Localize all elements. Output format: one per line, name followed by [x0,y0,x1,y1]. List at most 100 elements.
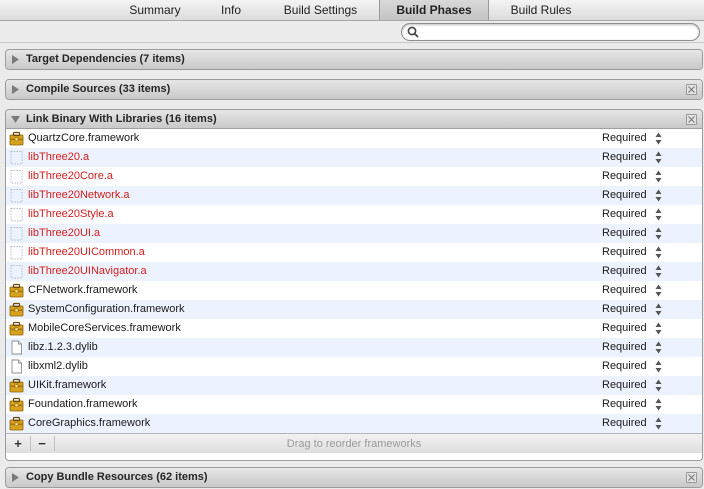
status-stepper-icon[interactable] [655,284,662,297]
library-status-popup[interactable]: Required [602,205,647,224]
library-name: libThree20UI.a [28,227,101,239]
missing-file-icon [10,208,23,222]
framework-toolbox-icon [9,131,24,146]
library-row[interactable]: SystemConfiguration.framework Required [6,300,702,319]
library-row[interactable]: libThree20Network.a Required [6,186,702,205]
library-row[interactable]: libThree20Style.a Required [6,205,702,224]
section-header[interactable]: Copy Bundle Resources (62 items) [6,468,702,487]
library-status-popup[interactable]: Required [602,281,647,300]
section-title: Link Binary With Libraries (16 items) [26,113,217,125]
library-name: Foundation.framework [28,398,138,410]
search-input[interactable] [422,25,692,39]
search-icon [407,26,419,38]
library-status-popup[interactable]: Required [602,167,647,186]
library-list-footer: + − Drag to reorder frameworks [6,433,702,453]
delete-phase-button[interactable] [686,114,697,125]
missing-file-icon [10,246,23,260]
disclosure-triangle-right-icon[interactable] [11,55,20,64]
framework-toolbox-icon [9,416,24,431]
status-stepper-icon[interactable] [655,208,662,221]
close-icon [688,116,695,123]
library-name: UIKit.framework [28,379,107,391]
section-target-dependencies: Target Dependencies (7 items) [5,49,703,70]
library-status-popup[interactable]: Required [602,376,647,395]
status-stepper-icon[interactable] [655,398,662,411]
library-row[interactable]: CoreGraphics.framework Required [6,414,702,433]
status-stepper-icon[interactable] [655,189,662,202]
library-row[interactable]: libThree20UINavigator.a Required [6,262,702,281]
missing-file-icon [10,227,23,241]
library-status-popup[interactable]: Required [602,129,647,148]
disclosure-triangle-down-icon[interactable] [11,115,20,124]
section-header[interactable]: Link Binary With Libraries (16 items) [6,110,702,129]
close-icon [688,86,695,93]
library-status-popup[interactable]: Required [602,300,647,319]
delete-phase-button[interactable] [686,472,697,483]
library-status-popup[interactable]: Required [602,262,647,281]
library-row[interactable]: QuartzCore.framework Required [6,129,702,148]
section-header[interactable]: Target Dependencies (7 items) [6,50,702,69]
library-status-popup[interactable]: Required [602,395,647,414]
filter-bar [0,21,704,43]
library-row[interactable]: Foundation.framework Required [6,395,702,414]
library-file-icon [11,359,22,374]
tab-build-phases[interactable]: Build Phases [379,0,489,20]
status-stepper-icon[interactable] [655,341,662,354]
tab-build-settings[interactable]: Build Settings [262,0,379,20]
section-header[interactable]: Compile Sources (33 items) [6,80,702,99]
status-stepper-icon[interactable] [655,322,662,335]
library-status-popup[interactable]: Required [602,414,647,433]
status-stepper-icon[interactable] [655,227,662,240]
library-status-popup[interactable]: Required [602,224,647,243]
disclosure-triangle-right-icon[interactable] [11,473,20,482]
framework-toolbox-icon [9,283,24,298]
framework-toolbox-icon [9,321,24,336]
status-stepper-icon[interactable] [655,151,662,164]
library-status-popup[interactable]: Required [602,357,647,376]
missing-file-icon [10,151,23,165]
library-row[interactable]: libThree20UICommon.a Required [6,243,702,262]
library-row[interactable]: libThree20UI.a Required [6,224,702,243]
library-row[interactable]: UIKit.framework Required [6,376,702,395]
section-title: Copy Bundle Resources (62 items) [26,471,208,483]
library-status-popup[interactable]: Required [602,338,647,357]
search-field[interactable] [401,23,700,41]
tab-info[interactable]: Info [200,0,262,20]
library-row[interactable]: libThree20.a Required [6,148,702,167]
section-copy-bundle-resources: Copy Bundle Resources (62 items) [5,467,703,488]
status-stepper-icon[interactable] [655,379,662,392]
library-list: QuartzCore.framework Required libThree20.a… [6,129,702,433]
tab-summary[interactable]: Summary [110,0,200,20]
library-name: libxml2.dylib [28,360,88,372]
library-row[interactable]: CFNetwork.framework Required [6,281,702,300]
editor-tab-bar: Summary Info Build Settings Build Phases… [0,0,704,21]
library-name: libThree20UICommon.a [28,246,145,258]
delete-phase-button[interactable] [686,84,697,95]
status-stepper-icon[interactable] [655,265,662,278]
library-status-popup[interactable]: Required [602,148,647,167]
tab-build-rules[interactable]: Build Rules [489,0,593,20]
library-status-popup[interactable]: Required [602,243,647,262]
library-name: MobileCoreServices.framework [28,322,181,334]
library-status-popup[interactable]: Required [602,186,647,205]
framework-toolbox-icon [9,302,24,317]
library-name: QuartzCore.framework [28,132,140,144]
status-stepper-icon[interactable] [655,246,662,259]
status-stepper-icon[interactable] [655,132,662,145]
framework-toolbox-icon [9,378,24,393]
status-stepper-icon[interactable] [655,417,662,430]
framework-toolbox-icon [9,397,24,412]
status-stepper-icon[interactable] [655,360,662,373]
status-stepper-icon[interactable] [655,303,662,316]
library-row[interactable]: libz.1.2.3.dylib Required [6,338,702,357]
disclosure-triangle-right-icon[interactable] [11,85,20,94]
library-name: libThree20UINavigator.a [28,265,147,277]
section-title: Target Dependencies (7 items) [26,53,185,65]
section-link-binary-with-libraries: Link Binary With Libraries (16 items) Qu… [5,109,703,461]
status-stepper-icon[interactable] [655,170,662,183]
library-row[interactable]: libThree20Core.a Required [6,167,702,186]
library-row[interactable]: libxml2.dylib Required [6,357,702,376]
library-row[interactable]: MobileCoreServices.framework Required [6,319,702,338]
library-status-popup[interactable]: Required [602,319,647,338]
library-name: libThree20Core.a [28,170,113,182]
